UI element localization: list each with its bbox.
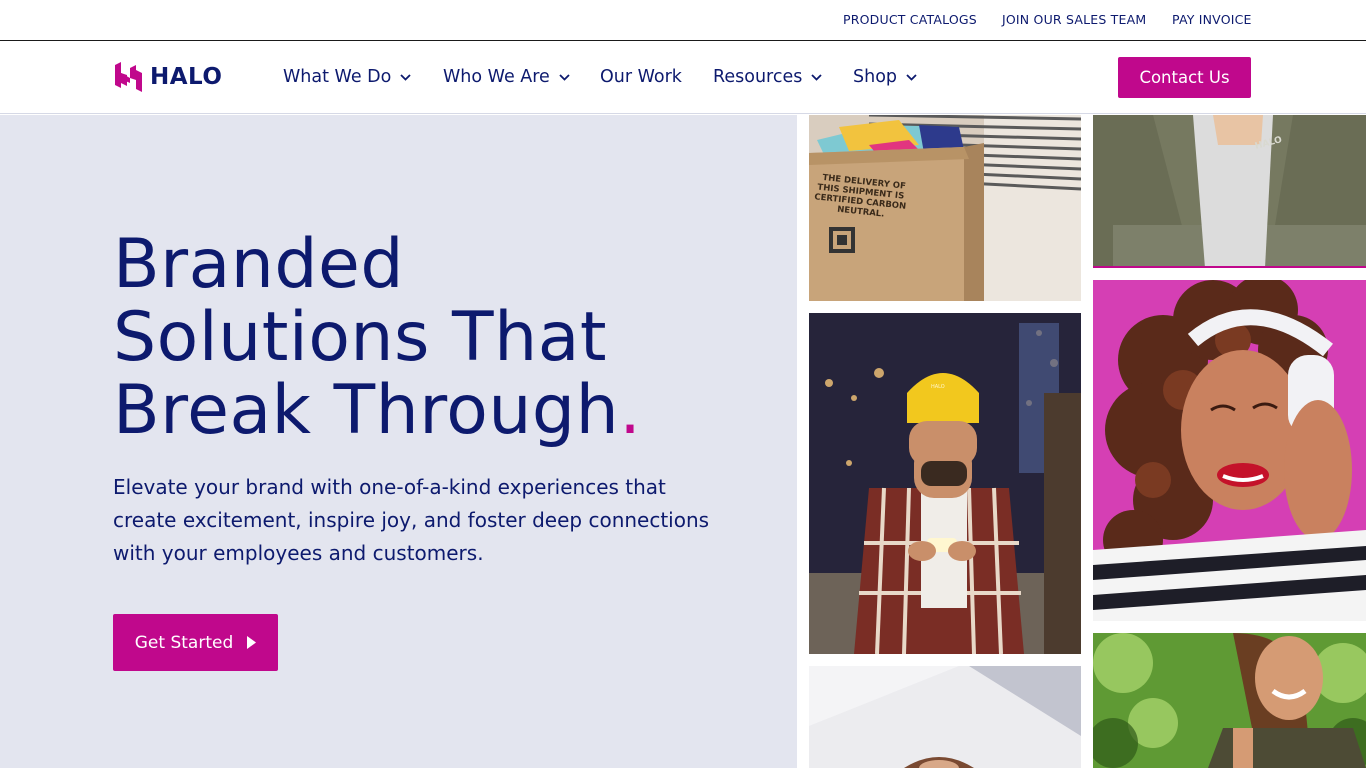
nav-who-we-are[interactable]: Who We Are <box>443 67 570 87</box>
nav-label: Shop <box>853 67 898 87</box>
pay-invoice-link[interactable]: PAY INVOICE <box>1172 12 1252 27</box>
main-nav: HALO What We Do Who We Are Our Work Reso… <box>0 41 1366 114</box>
jacket-illustration: HALO <box>1093 115 1366 268</box>
logo-wordmark: HALO <box>150 64 223 90</box>
caret-right-icon <box>247 636 257 649</box>
man-with-phone-illustration: HALO <box>809 313 1081 654</box>
nav-resources[interactable]: Resources <box>713 67 823 87</box>
photo-outdoor-woman <box>1093 633 1366 768</box>
photo-man-with-phone: HALO <box>809 313 1081 654</box>
hero-subtitle: Elevate your brand with one-of-a-kind ex… <box>113 475 710 565</box>
nav-shop[interactable]: Shop <box>853 67 917 87</box>
nav-our-work[interactable]: Our Work <box>600 67 682 87</box>
hero-title-line-3: Break Through <box>113 371 620 450</box>
halo-logo[interactable]: HALO <box>114 61 234 93</box>
outdoor-woman-illustration <box>1093 633 1366 768</box>
contact-us-button[interactable]: Contact Us <box>1118 57 1251 98</box>
hero-title-line-2: Solutions That <box>113 298 608 377</box>
utility-bar: PRODUCT CATALOGS JOIN OUR SALES TEAM PAY… <box>0 0 1366 41</box>
nav-label: Our Work <box>600 67 682 87</box>
shipping-box-illustration: THE DELIVERY OF THIS SHIPMENT IS CERTIFI… <box>809 115 1081 301</box>
hero-title-dot: . <box>619 371 642 450</box>
woman-headphones-illustration <box>1093 280 1366 621</box>
halo-logo-icon <box>115 62 142 92</box>
nav-what-we-do[interactable]: What We Do <box>283 67 411 87</box>
nav-label: What We Do <box>283 67 392 87</box>
nav-label: Who We Are <box>443 67 550 87</box>
cap-logo-text: HALO <box>931 384 945 390</box>
hero-section: Branded Solutions That Break Through. El… <box>0 115 797 768</box>
product-catalogs-link[interactable]: PRODUCT CATALOGS <box>843 12 977 27</box>
photo-shipping-box: THE DELIVERY OF THIS SHIPMENT IS CERTIFI… <box>809 115 1081 301</box>
get-started-label: Get Started <box>134 632 234 653</box>
photo-accent-line <box>1093 266 1366 268</box>
photo-bottom-left <box>809 666 1081 768</box>
chevron-down-icon <box>559 73 570 81</box>
nav-label: Resources <box>713 67 803 87</box>
chevron-down-icon <box>811 73 823 81</box>
hero-title: Branded Solutions That Break Through. <box>113 228 763 447</box>
photo-woman-headphones <box>1093 280 1366 621</box>
get-started-button[interactable]: Get Started <box>113 614 278 671</box>
photo-branded-jacket: HALO <box>1093 115 1366 268</box>
photo-gallery: THE DELIVERY OF THIS SHIPMENT IS CERTIFI… <box>797 115 1366 768</box>
hero-title-line-1: Branded <box>113 225 405 304</box>
chevron-down-icon <box>906 73 917 81</box>
chevron-down-icon <box>400 73 411 81</box>
bottom-left-photo-illustration <box>809 666 1081 768</box>
join-sales-team-link[interactable]: JOIN OUR SALES TEAM <box>1002 12 1146 27</box>
